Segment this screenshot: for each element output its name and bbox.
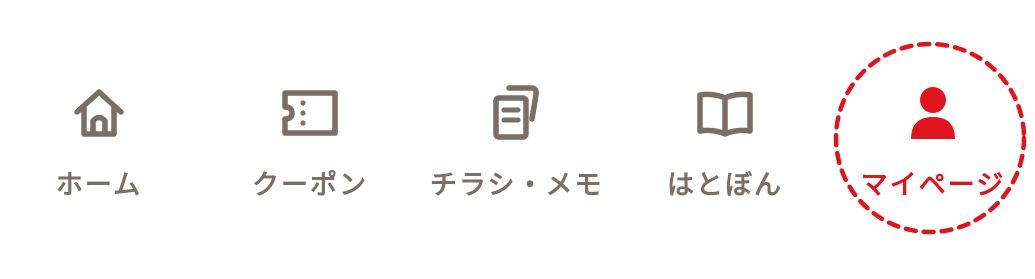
tab-home[interactable]: ホーム <box>14 78 184 208</box>
tab-coupon[interactable]: クーポン <box>225 78 395 208</box>
home-icon <box>64 78 134 148</box>
ticket-icon <box>275 78 345 148</box>
tab-home-label: ホーム <box>55 170 143 201</box>
book-icon <box>690 78 760 148</box>
tab-hatobon[interactable]: はとぼん <box>640 78 810 208</box>
bottom-tab-bar: ホーム クーポン チラシ・メモ はとぼん マイページ <box>0 0 1035 279</box>
tab-flyer-memo-label: チラシ・メモ <box>430 170 604 201</box>
person-icon <box>898 78 968 148</box>
tab-coupon-label: クーポン <box>252 170 368 201</box>
tab-flyer-memo[interactable]: チラシ・メモ <box>430 78 604 208</box>
documents-icon <box>480 78 550 148</box>
tab-mypage[interactable]: マイページ <box>848 78 1018 208</box>
tab-hatobon-label: はとぼん <box>667 170 783 201</box>
tab-mypage-label: マイページ <box>860 170 1006 201</box>
